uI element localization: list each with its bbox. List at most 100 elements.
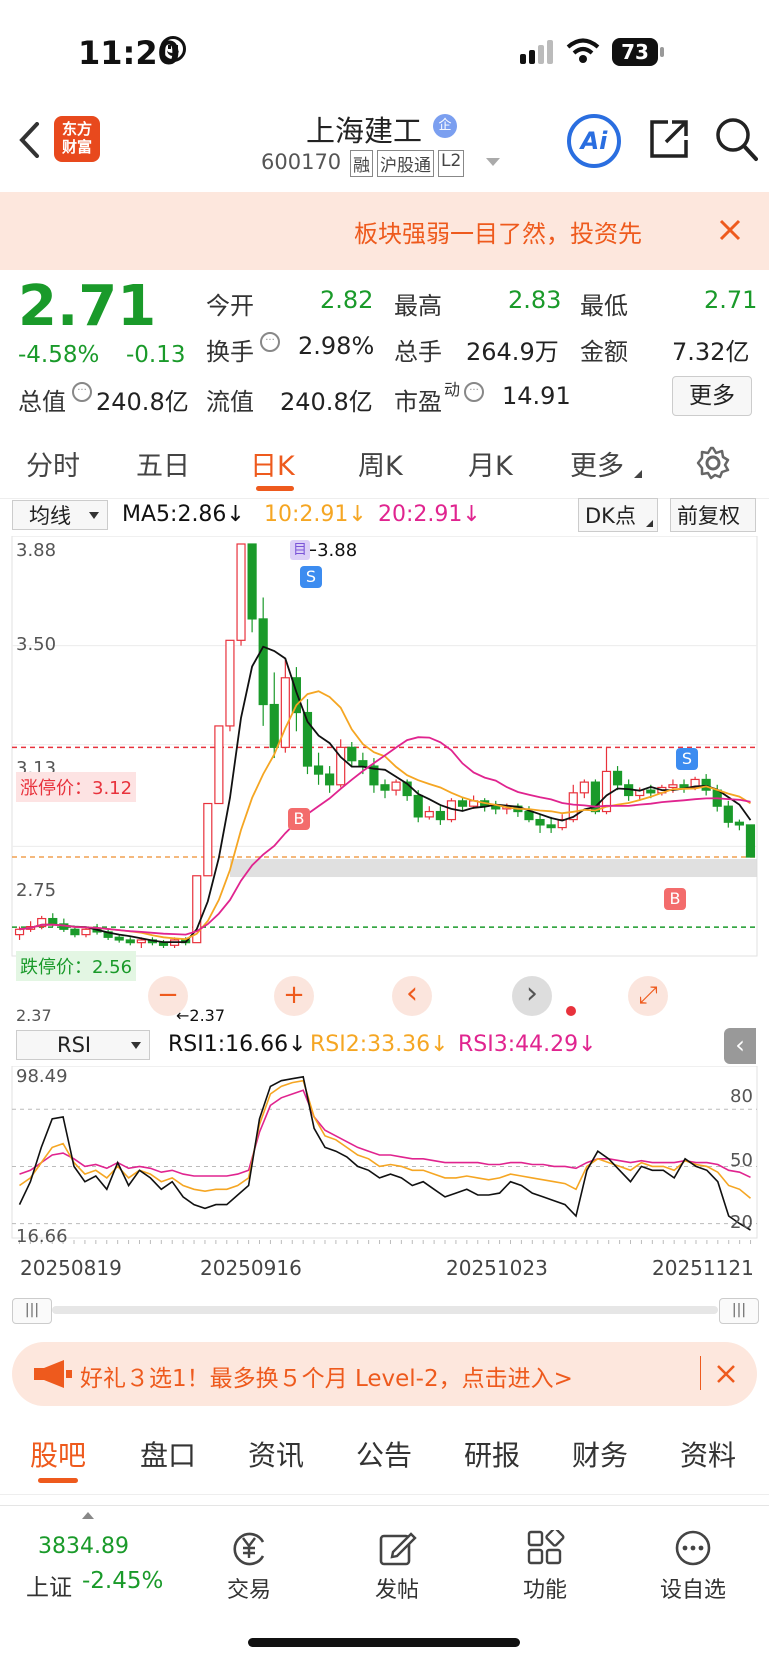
info-icon[interactable]: ··· <box>464 382 484 402</box>
indicator-select[interactable]: RSI <box>16 1030 150 1060</box>
candle-body <box>114 936 124 941</box>
dk-point-button[interactable]: DK点 <box>578 498 658 532</box>
tab-daily-k[interactable]: 日K <box>250 444 295 483</box>
level2-promo[interactable]: 好礼３选1！最多换５个月 Level-2，点击进入> <box>12 1342 757 1406</box>
edit-icon <box>379 1532 417 1566</box>
high-marker: ←3.88 <box>302 540 357 561</box>
megaphone-icon <box>34 1360 72 1388</box>
tab-pankou[interactable]: 盘口 <box>140 1434 196 1474</box>
mktcap-label: 总值 <box>18 388 66 416</box>
stock-code: 600170 <box>261 150 342 174</box>
index-change[interactable]: -2.45% <box>82 1568 163 1594</box>
high-value: 2.83 <box>508 286 562 314</box>
date-tick: 20250916 <box>200 1256 302 1280</box>
ma5-value: MA5:2.86↓ <box>122 502 245 527</box>
candle-body <box>413 794 423 818</box>
tab-monthly-k[interactable]: 月K <box>468 444 513 483</box>
zoom-out-button[interactable]: − <box>148 976 188 1016</box>
post-button[interactable]: 发帖 <box>342 1530 452 1604</box>
caret-down-icon[interactable] <box>486 158 500 166</box>
tag-connect: 沪股通 <box>377 150 434 177</box>
candle-body <box>247 543 257 620</box>
expand-button[interactable]: ⤢ <box>628 976 668 1016</box>
battery-level: 73 <box>621 40 649 64</box>
ai-assistant-icon[interactable]: Ai <box>567 114 621 168</box>
grid-apps-icon <box>527 1527 565 1565</box>
float-label: 流值 <box>206 388 254 416</box>
watchlist-label: 设自选 <box>659 1578 726 1603</box>
range-scrollbar[interactable]: ||| ||| <box>12 1298 759 1324</box>
close-icon[interactable] <box>716 1364 736 1384</box>
tab-more[interactable]: 更多 <box>570 444 624 483</box>
low-label: 最低 <box>580 292 628 320</box>
tab-announcements[interactable]: 公告 <box>356 1434 412 1474</box>
turnover-label: 换手 <box>206 338 254 366</box>
candle-body <box>358 760 368 767</box>
info-icon[interactable]: ··· <box>72 382 92 402</box>
tab-intraday[interactable]: 分时 <box>26 444 80 483</box>
gear-icon[interactable] <box>696 446 730 480</box>
buy-marker[interactable]: B <box>664 888 686 910</box>
eastmoney-logo[interactable]: 东方 财富 <box>54 116 100 162</box>
pe-superscript: 动 <box>444 380 461 399</box>
ma-select[interactable]: 均线 <box>12 500 108 530</box>
date-axis: 20250819 20250916 20251023 20251121 <box>0 1250 769 1286</box>
sell-marker[interactable]: S <box>300 566 322 588</box>
tab-guba[interactable]: 股吧 <box>30 1434 86 1474</box>
caret-up-icon[interactable] <box>82 1512 94 1519</box>
kline-chart[interactable]: 3.88 3.50 3.13 2.75 2.37 涨停价：3.12 跌停价：2.… <box>0 535 769 1026</box>
candle-body <box>668 784 678 789</box>
candle-body <box>81 928 91 936</box>
trade-button[interactable]: 交易 <box>194 1530 304 1604</box>
rsi-chart[interactable]: 98.49 16.66 80 50 20 <box>0 1065 769 1247</box>
battery-tip <box>660 47 664 57</box>
candle-body <box>546 824 556 829</box>
low-value: 2.71 <box>704 286 758 314</box>
back-icon[interactable] <box>18 122 40 158</box>
rsi3-value: RSI3:44.29↓ <box>458 1032 597 1057</box>
tab-finance[interactable]: 财务 <box>572 1434 628 1474</box>
candle-body <box>48 917 58 925</box>
candle-body <box>435 810 445 821</box>
info-icon[interactable]: ··· <box>260 332 280 352</box>
close-icon[interactable] <box>718 218 742 242</box>
corner-arrow-icon <box>646 520 653 527</box>
tab-profile[interactable]: 资料 <box>680 1434 736 1474</box>
sell-marker[interactable]: S <box>676 748 698 770</box>
active-tab-indicator <box>38 1478 78 1483</box>
promo-banner[interactable]: 板块强弱一目了然，投资先 <box>0 192 769 270</box>
function-button[interactable]: 功能 <box>490 1527 600 1604</box>
tab-research[interactable]: 研报 <box>464 1434 520 1474</box>
tab-five-day[interactable]: 五日 <box>136 444 190 483</box>
more-circle-icon <box>675 1530 711 1566</box>
bottom-dock: 3834.89 上证 -2.45% 交易 发帖 功能 设自选 <box>0 1505 769 1666</box>
yen-exchange-icon <box>233 1532 265 1566</box>
share-icon[interactable] <box>648 118 690 160</box>
adjust-button[interactable]: 前复权 <box>670 498 756 532</box>
enterprise-badge: 企 <box>433 114 457 138</box>
dropdown-arrow-icon <box>131 1042 141 1049</box>
candle-body <box>225 639 235 727</box>
buy-marker[interactable]: B <box>288 808 310 830</box>
collapse-panel-button[interactable]: ‹ <box>724 1028 756 1064</box>
tab-weekly-k[interactable]: 周K <box>358 444 403 483</box>
candle-body <box>491 805 501 810</box>
zoom-in-button[interactable]: + <box>274 976 314 1016</box>
range-handle-left[interactable]: ||| <box>12 1298 52 1324</box>
scroll-left-button[interactable]: ‹ <box>392 976 432 1016</box>
add-watchlist-button[interactable]: 设自选 <box>638 1530 748 1604</box>
candle-body <box>214 725 224 805</box>
range-handle-right[interactable]: ||| <box>719 1298 759 1324</box>
day-marker[interactable]: 目 <box>290 540 310 560</box>
candle-body <box>14 928 25 936</box>
index-value[interactable]: 3834.89 <box>38 1534 129 1559</box>
more-button[interactable]: 更多 <box>672 376 752 416</box>
scroll-right-button[interactable]: › <box>512 976 552 1016</box>
search-icon[interactable] <box>714 116 758 162</box>
limit-down-label: 跌停价：2.56 <box>16 951 137 981</box>
candle-body <box>125 939 135 944</box>
wifi-icon <box>566 38 600 63</box>
range-track[interactable] <box>52 1306 718 1314</box>
tab-news[interactable]: 资讯 <box>248 1434 304 1474</box>
index-name[interactable]: 上证 <box>26 1568 72 1602</box>
